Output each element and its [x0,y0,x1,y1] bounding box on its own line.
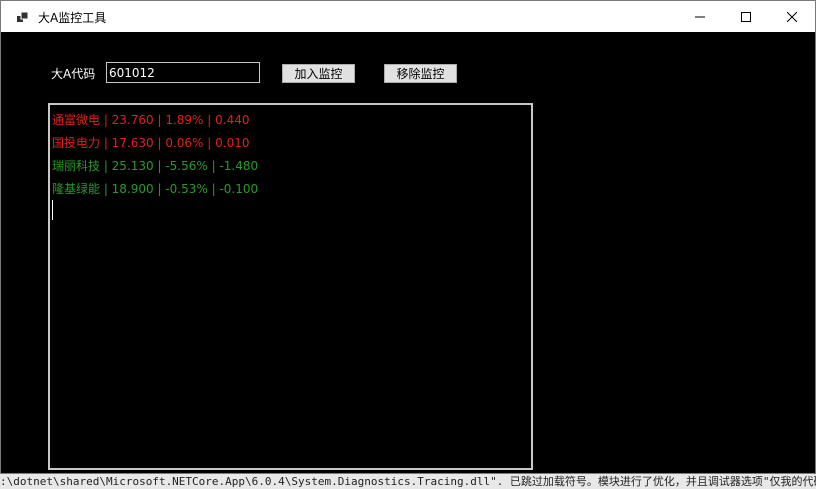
background-output-text: :\dotnet\shared\Microsoft.NETCore.App\6.… [0,474,816,489]
remove-monitor-button[interactable]: 移除监控 [384,64,457,83]
window-title: 大A监控工具 [38,11,107,25]
text-caret [52,200,53,220]
maximize-icon [741,11,751,22]
app-icon [17,11,29,22]
stock-row: 国投电力 | 17.630 | 0.06% | 0.010 [52,136,250,150]
stock-row: 通富微电 | 23.760 | 1.89% | 0.440 [52,113,250,127]
stock-code-input[interactable] [106,62,260,83]
stock-row: 隆基绿能 | 18.900 | -0.53% | -0.100 [52,182,259,196]
app-window: 大A监控工具 大A代码 加入监控 移除监控 通富微电 | 23.760 | 1.… [0,0,816,474]
maximize-button[interactable] [723,1,769,32]
stock-code-label: 大A代码 [51,67,96,81]
minimize-icon [695,16,705,17]
close-button[interactable] [769,1,815,32]
close-icon [787,11,797,22]
monitor-list[interactable]: 通富微电 | 23.760 | 1.89% | 0.440 国投电力 | 17.… [48,103,533,470]
add-monitor-button[interactable]: 加入监控 [282,64,355,83]
minimize-button[interactable] [677,1,723,32]
title-bar[interactable]: 大A监控工具 [1,1,815,32]
stock-row: 瑞丽科技 | 25.130 | -5.56% | -1.480 [52,159,259,173]
